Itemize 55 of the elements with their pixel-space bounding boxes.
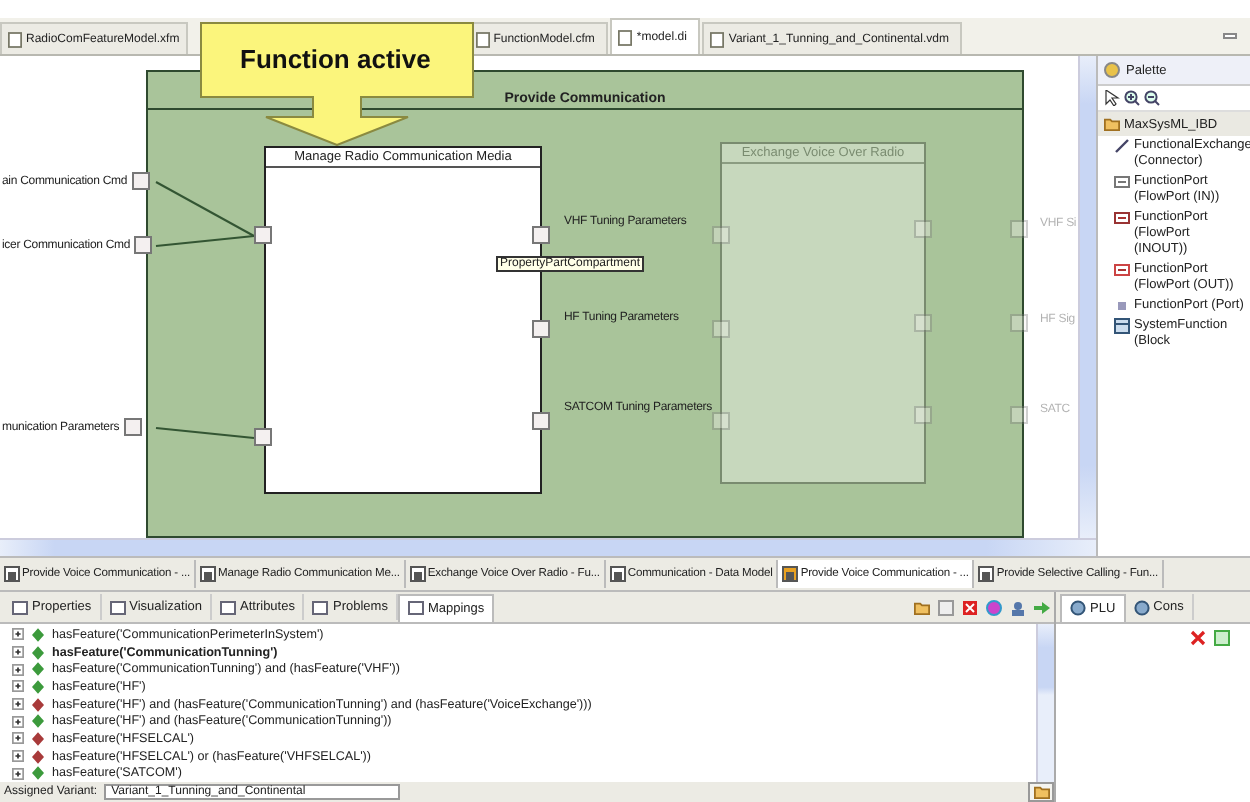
callout-text: Function active bbox=[240, 44, 431, 74]
view-icon bbox=[407, 600, 424, 616]
folder-icon bbox=[1104, 116, 1120, 132]
view-icon bbox=[109, 599, 126, 615]
port-icon bbox=[1114, 298, 1130, 314]
port[interactable] bbox=[532, 412, 550, 430]
port-icon bbox=[1114, 174, 1130, 190]
zoom-out-icon[interactable] bbox=[1144, 90, 1160, 106]
people-icon[interactable] bbox=[1010, 599, 1026, 615]
file-icon bbox=[475, 31, 490, 47]
view-icon bbox=[12, 599, 28, 615]
pointer-icon[interactable] bbox=[1104, 90, 1120, 106]
diagram-icon bbox=[609, 566, 626, 582]
expand-icon[interactable] bbox=[12, 715, 24, 728]
vertical-scrollbar[interactable] bbox=[1036, 624, 1054, 782]
port[interactable] bbox=[254, 428, 272, 446]
view-icon bbox=[312, 599, 329, 615]
port[interactable] bbox=[532, 226, 550, 244]
file-icon bbox=[618, 29, 633, 45]
view-icon bbox=[1133, 599, 1150, 615]
expand-icon[interactable] bbox=[12, 698, 24, 711]
horizontal-scrollbar[interactable] bbox=[0, 538, 1096, 556]
port-icon bbox=[1114, 262, 1130, 278]
expand-icon[interactable] bbox=[12, 646, 24, 659]
vertical-scrollbar[interactable] bbox=[1078, 56, 1096, 538]
view-icon bbox=[220, 599, 237, 615]
diagram-icon bbox=[4, 566, 20, 582]
folder-icon[interactable] bbox=[914, 599, 930, 615]
port[interactable] bbox=[532, 320, 550, 338]
diagram-icon bbox=[200, 566, 217, 582]
expand-icon[interactable] bbox=[12, 628, 24, 641]
port[interactable] bbox=[123, 418, 142, 436]
expand-icon[interactable] bbox=[12, 680, 24, 693]
block-icon bbox=[1114, 318, 1130, 334]
diagram-icon bbox=[782, 566, 799, 582]
connector-icon bbox=[1114, 138, 1130, 154]
diagram-icon bbox=[978, 566, 995, 582]
expand-icon[interactable] bbox=[12, 750, 24, 763]
port[interactable] bbox=[254, 226, 272, 244]
close-icon[interactable] bbox=[1190, 630, 1206, 646]
view-icon bbox=[1070, 600, 1086, 616]
expand-icon[interactable] bbox=[12, 767, 24, 780]
expand-icon[interactable] bbox=[12, 732, 24, 745]
file-icon bbox=[8, 31, 22, 47]
expand-icon[interactable] bbox=[12, 663, 24, 676]
connector-line bbox=[155, 427, 255, 439]
port[interactable] bbox=[134, 236, 153, 254]
delete-icon[interactable] bbox=[962, 599, 978, 615]
diagram-icon bbox=[409, 566, 426, 582]
port-icon bbox=[1114, 210, 1130, 226]
port[interactable] bbox=[131, 172, 150, 190]
zoom-in-icon[interactable] bbox=[1124, 90, 1140, 106]
arrow-icon[interactable] bbox=[1034, 599, 1050, 615]
browse-button[interactable] bbox=[1028, 782, 1054, 802]
file-icon bbox=[710, 31, 725, 47]
